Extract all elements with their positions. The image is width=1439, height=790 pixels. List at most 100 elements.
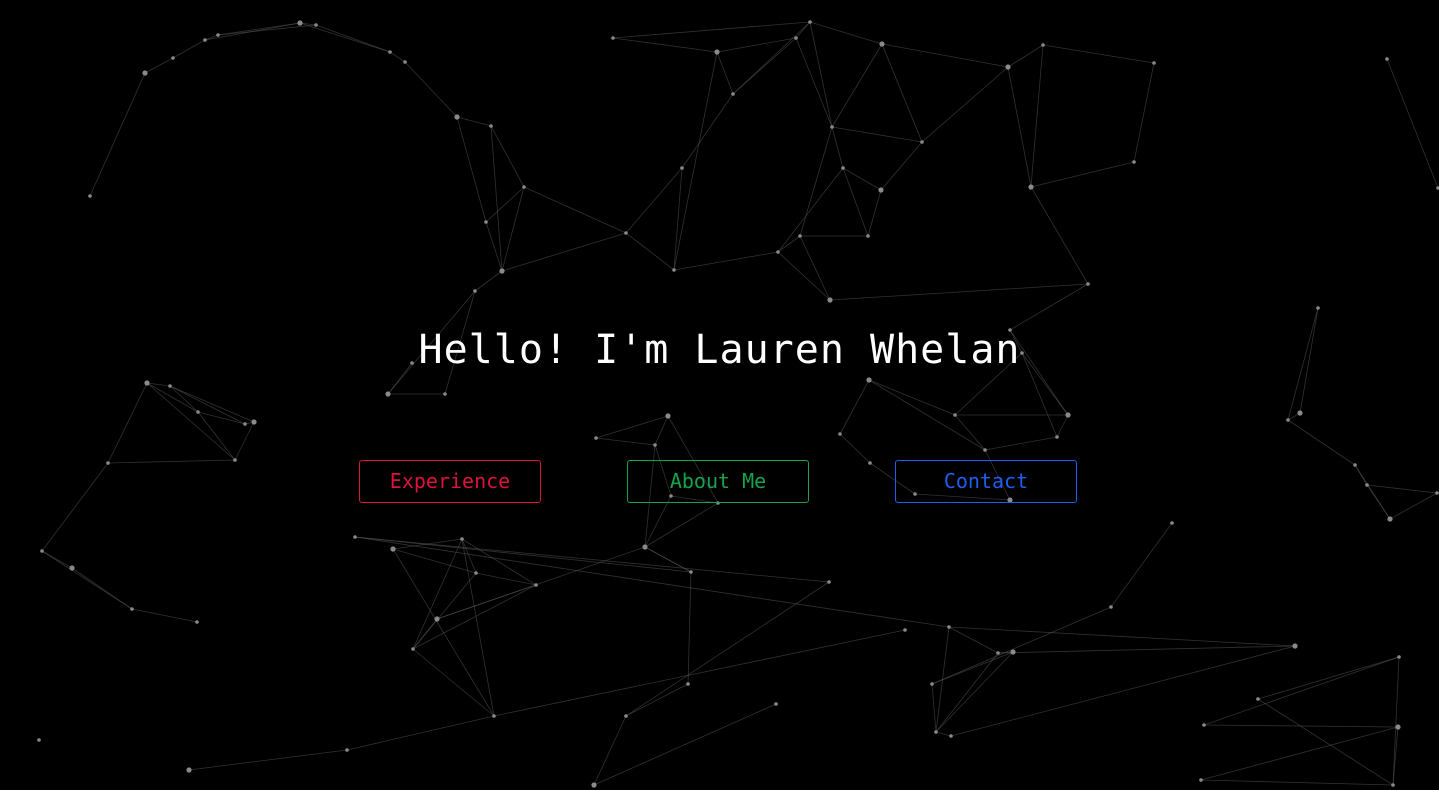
network-node [144,380,150,386]
network-node [1435,491,1439,495]
network-link [997,645,1296,654]
network-node [168,384,172,388]
network-link [1389,492,1438,520]
network-node [1292,643,1298,649]
network-link [625,232,675,271]
network-node [838,432,842,436]
network-node [522,185,526,189]
network-link [931,683,937,733]
network-link [839,433,871,464]
network-link [1007,44,1044,68]
network-link [456,116,487,223]
network-node [390,546,396,552]
network-link [169,385,255,423]
network-node [866,377,872,383]
network-node [686,682,690,686]
network-node [40,549,44,553]
network-link [777,251,831,301]
network-node [69,565,75,571]
network-node [489,124,493,128]
network-node [920,140,924,144]
network-link [1030,161,1135,188]
network-link [625,581,830,717]
network-node [776,250,780,254]
network-node [1391,783,1395,787]
network-node [841,166,845,170]
network-node [314,23,318,27]
network-link [404,61,458,118]
network-node [1041,43,1045,47]
network-node [460,537,464,541]
network-link [1030,44,1044,188]
network-link [217,24,317,36]
network-link [485,186,525,223]
network-link [146,382,236,461]
network-node [1397,655,1401,659]
network-link [456,116,492,127]
network-node [611,36,615,40]
network-link [831,43,883,128]
network-link [654,415,669,446]
network-node [827,297,833,303]
network-link [354,536,692,573]
network-node [591,782,597,788]
particle-network-background [37,20,1439,788]
experience-button[interactable]: Experience [359,460,541,503]
network-node [196,410,200,414]
contact-button[interactable]: Contact [895,460,1077,503]
network-link [935,651,1014,733]
network-link [1203,656,1400,726]
network-link [881,43,923,143]
network-link [389,51,406,63]
network-node [798,234,802,238]
network-link [412,572,477,650]
network-node [903,628,907,632]
network-link [107,382,148,464]
network-node [233,458,237,462]
network-node [403,60,407,64]
network-node [1170,521,1174,525]
network-link [687,571,692,685]
network-link [41,462,109,552]
network-link [169,385,246,425]
network-node [1132,160,1136,164]
network-link [612,37,718,53]
network-link [954,414,986,451]
network-link [673,167,683,271]
network-link [625,683,689,717]
network-node [879,41,885,47]
network-link [777,167,844,253]
network-link [716,37,797,53]
network-node [388,50,392,54]
network-link [935,731,952,737]
network-node [953,413,957,417]
network-node [1365,483,1369,487]
network-node [794,36,798,40]
network-link [716,51,734,95]
network-link [948,626,1296,647]
network-link [169,385,199,413]
network-link [831,126,923,143]
network-node [1055,435,1059,439]
network-link [412,584,537,650]
network-node [186,767,192,773]
network-link [867,189,882,237]
network-node [830,125,834,129]
network-link [346,715,495,751]
network-link [501,232,627,272]
network-node [130,607,134,611]
network-node [484,220,488,224]
network-node [1297,410,1303,416]
network-link [107,459,236,464]
network-link [931,606,1112,685]
about-me-button[interactable]: About Me [627,460,809,503]
network-link [681,93,734,169]
network-link [1257,698,1394,786]
network-node [195,620,199,624]
network-node [866,234,870,238]
network-link [612,21,811,39]
network-link [412,648,495,717]
network-link [795,37,833,128]
network-node [1202,723,1206,727]
network-node [642,544,648,550]
